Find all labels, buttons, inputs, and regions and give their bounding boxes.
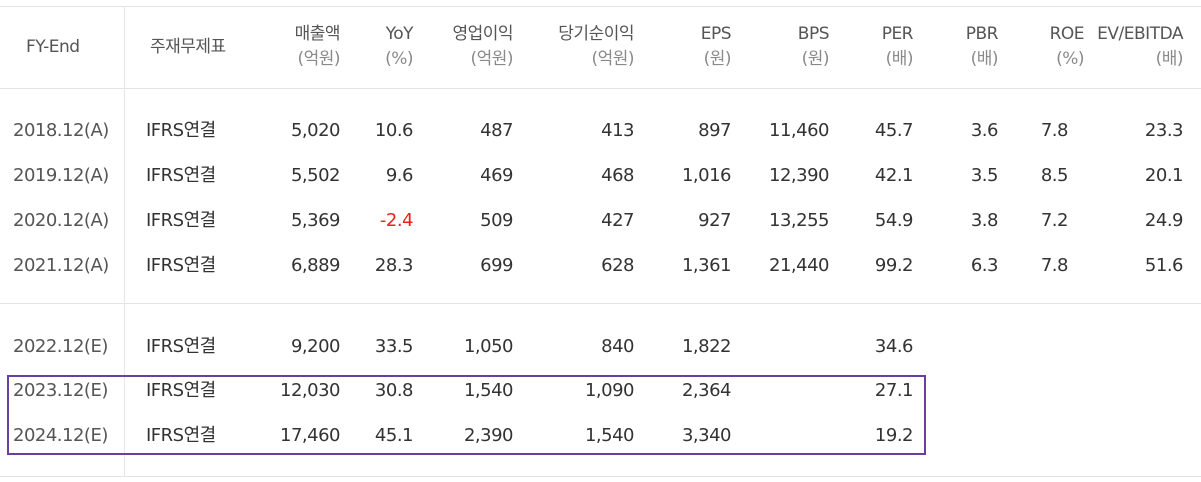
- cell-roe: 7.8: [1040, 255, 1069, 276]
- cell-ev-ebitda: 23.3: [1144, 120, 1184, 141]
- table-row: 2022.12(E) IFRS연결 9,200 33.5 1,050 840 1…: [0, 324, 1201, 369]
- table-row: 2020.12(A) IFRS연결 5,369 -2.4 509 427 927…: [0, 198, 1201, 243]
- cell-bps: 13,255: [769, 210, 829, 231]
- table-bottom-border: [0, 476, 1201, 477]
- cell-pbr: 3.5: [970, 165, 999, 186]
- cell-sales: 9,200: [290, 336, 341, 357]
- cell-per: 19.2: [874, 425, 914, 446]
- header-pbr: PBR (배): [965, 24, 999, 69]
- cell-eps: 3,340: [681, 425, 732, 446]
- cell-statement-type: IFRS연결: [146, 255, 216, 276]
- cell-net-income: 628: [601, 255, 634, 276]
- header-eps: EPS (원): [700, 24, 732, 69]
- header-ev-ebitda: EV/EBITDA (배): [1097, 24, 1183, 69]
- header-main-statement: 주재무제표: [150, 37, 226, 57]
- table-row: 2018.12(A) IFRS연결 5,020 10.6 487 413 897…: [0, 108, 1201, 153]
- table-row: 2023.12(E) IFRS연결 12,030 30.8 1,540 1,09…: [0, 368, 1201, 413]
- cell-ev-ebitda: 24.9: [1144, 210, 1184, 231]
- cell-yoy: 30.8: [374, 380, 414, 401]
- cell-sales: 5,020: [290, 120, 341, 141]
- cell-eps: 2,364: [681, 380, 732, 401]
- cell-operating-profit: 2,390: [463, 425, 514, 446]
- cell-fy-end: 2024.12(E): [13, 425, 108, 446]
- cell-fy-end: 2022.12(E): [13, 336, 108, 357]
- cell-per: 99.2: [874, 255, 914, 276]
- header-sales: 매출액 (억원): [294, 24, 341, 69]
- cell-fy-end: 2023.12(E): [13, 380, 108, 401]
- cell-fy-end: 2019.12(A): [13, 165, 109, 186]
- header-fy-end: FY-End: [26, 37, 80, 57]
- cell-yoy-negative: -2.4: [379, 210, 414, 231]
- cell-eps: 1,016: [681, 165, 732, 186]
- cell-statement-type: IFRS연결: [146, 165, 216, 186]
- cell-net-income: 413: [601, 120, 634, 141]
- cell-net-income: 1,090: [584, 380, 635, 401]
- header-yoy: YoY (%): [385, 24, 413, 69]
- cell-sales: 5,369: [290, 210, 341, 231]
- cell-operating-profit: 1,050: [463, 336, 514, 357]
- cell-sales: 17,460: [280, 425, 340, 446]
- cell-roe: 7.8: [1040, 120, 1069, 141]
- cell-per: 34.6: [874, 336, 914, 357]
- cell-bps: 11,460: [769, 120, 829, 141]
- cell-sales: 12,030: [280, 380, 340, 401]
- cell-sales: 6,889: [290, 255, 341, 276]
- cell-pbr: 6.3: [970, 255, 999, 276]
- cell-yoy: 10.6: [374, 120, 414, 141]
- cell-statement-type: IFRS연결: [146, 210, 216, 231]
- cell-statement-type: IFRS연결: [146, 425, 216, 446]
- cell-eps: 1,361: [681, 255, 732, 276]
- cell-net-income: 468: [601, 165, 634, 186]
- cell-net-income: 427: [601, 210, 634, 231]
- cell-per: 45.7: [874, 120, 914, 141]
- cell-statement-type: IFRS연결: [146, 120, 216, 141]
- cell-yoy: 33.5: [374, 336, 414, 357]
- cell-statement-type: IFRS연결: [146, 380, 216, 401]
- table-row: 2021.12(A) IFRS연결 6,889 28.3 699 628 1,3…: [0, 243, 1201, 288]
- cell-operating-profit: 699: [480, 255, 513, 276]
- cell-operating-profit: 1,540: [463, 380, 514, 401]
- cell-roe: 7.2: [1040, 210, 1069, 231]
- cell-net-income: 840: [601, 336, 634, 357]
- cell-eps: 927: [698, 210, 731, 231]
- cell-per: 54.9: [874, 210, 914, 231]
- cell-statement-type: IFRS연결: [146, 336, 216, 357]
- table-top-border: [0, 6, 1201, 7]
- cell-operating-profit: 509: [480, 210, 513, 231]
- cell-yoy: 28.3: [374, 255, 414, 276]
- financial-summary-table: FY-End 주재무제표 매출액 (억원) YoY (%) 영업이익 (억원) 당기순…: [0, 0, 1201, 482]
- cell-yoy: 45.1: [374, 425, 414, 446]
- cell-eps: 1,822: [681, 336, 732, 357]
- cell-per: 27.1: [874, 380, 914, 401]
- cell-pbr: 3.8: [970, 210, 999, 231]
- cell-operating-profit: 487: [480, 120, 513, 141]
- cell-fy-end: 2018.12(A): [13, 120, 109, 141]
- cell-pbr: 3.6: [970, 120, 999, 141]
- cell-bps: 21,440: [769, 255, 829, 276]
- header-per: PER (배): [881, 24, 914, 69]
- header-bps: BPS (원): [797, 24, 830, 69]
- cell-yoy: 9.6: [385, 165, 414, 186]
- header-net-income: 당기순이익 (억원): [558, 24, 634, 69]
- cell-fy-end: 2021.12(A): [13, 255, 109, 276]
- cell-per: 42.1: [874, 165, 914, 186]
- cell-sales: 5,502: [290, 165, 341, 186]
- header-divider: [0, 88, 1201, 89]
- cell-fy-end: 2020.12(A): [13, 210, 109, 231]
- cell-ev-ebitda: 20.1: [1144, 165, 1184, 186]
- table-row: 2019.12(A) IFRS연결 5,502 9.6 469 468 1,01…: [0, 153, 1201, 198]
- section-divider: [0, 303, 1201, 304]
- cell-roe: 8.5: [1040, 165, 1069, 186]
- header-roe: ROE (%): [1049, 24, 1085, 69]
- cell-net-income: 1,540: [584, 425, 635, 446]
- header-operating-profit: 영업이익 (억원): [452, 24, 513, 69]
- cell-ev-ebitda: 51.6: [1144, 255, 1184, 276]
- cell-bps: 12,390: [769, 165, 829, 186]
- cell-eps: 897: [698, 120, 731, 141]
- cell-operating-profit: 469: [480, 165, 513, 186]
- table-row: 2024.12(E) IFRS연결 17,460 45.1 2,390 1,54…: [0, 413, 1201, 458]
